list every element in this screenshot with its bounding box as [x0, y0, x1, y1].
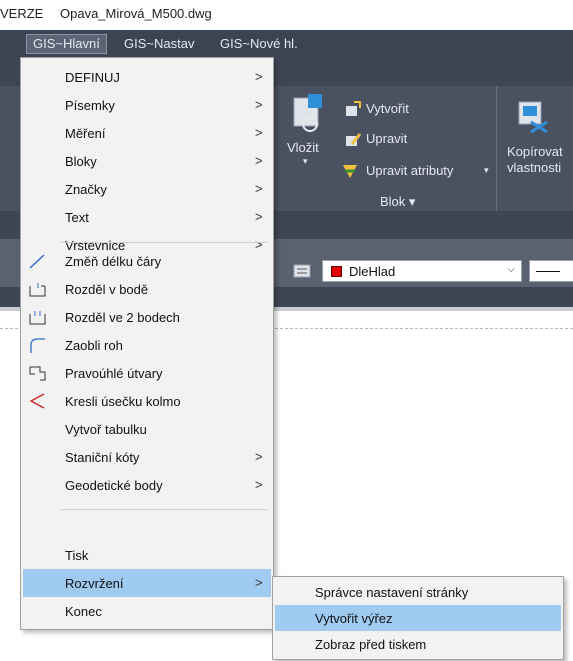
copy-properties-button[interactable]: Kopírovat vlastnosti	[503, 90, 573, 185]
menu-item-label: Rozděl v bodě	[65, 282, 149, 297]
menu-item-tisk[interactable]: Tisk	[23, 541, 271, 569]
insert-dropdown-arrow: ▾	[303, 156, 308, 166]
menu-item-konec[interactable]: Konec	[23, 597, 271, 625]
edit-attributes-label: Upravit atributy	[366, 163, 454, 178]
menu-item-label: Konec	[65, 604, 102, 619]
edit-block-label: Upravit	[366, 131, 408, 146]
submenu-item-label: Zobraz před tiskem	[315, 637, 427, 652]
menu-item-mereni[interactable]: Měření >	[23, 119, 271, 147]
submenu-item-zobraz-pred-tiskem[interactable]: Zobraz před tiskem	[275, 631, 561, 657]
orthogonal-shapes-icon	[29, 366, 46, 381]
menu-separator	[61, 242, 267, 243]
menu-item-label: Změň délku čáry	[65, 254, 162, 269]
line-length-icon	[29, 254, 45, 269]
insert-block-button[interactable]: Vložit ▾	[285, 90, 331, 180]
insert-label: Vložit	[287, 140, 319, 155]
edit-block-button[interactable]: Upravit	[344, 128, 434, 150]
create-block-button[interactable]: Vytvořit	[344, 98, 434, 120]
menu-item-label: Bloky	[65, 154, 97, 169]
copy-properties-label-2: vlastnosti	[507, 160, 562, 175]
block-panel-label[interactable]: Blok ▾	[380, 194, 415, 210]
submenu-arrow-icon: >	[255, 125, 263, 140]
menu-item-zaobli-roh[interactable]: Zaobli roh	[23, 331, 271, 359]
menu-item-label: Rozvržení	[65, 576, 124, 591]
menu-item-label: DEFINUJ	[65, 70, 120, 85]
menu-item-geodeticke-body[interactable]: Geodetické body >	[23, 471, 271, 499]
menu-item-pravouhle-utvary[interactable]: Pravoúhlé útvary	[23, 359, 271, 387]
menu-item-zmen-delku-cary[interactable]: Změň délku čáry	[23, 247, 271, 275]
menubar-item-gis-nastav[interactable]: GIS~Nastav	[118, 34, 200, 54]
menu-item-stanicni-koty[interactable]: Staniční kóty >	[23, 443, 271, 471]
title-bar: VERZE Opava_Mirová_M500.dwg	[0, 0, 573, 30]
menu-item-vytvor-tabulku[interactable]: Vytvoř tabulku	[23, 415, 271, 443]
submenu-arrow-icon: >	[255, 181, 263, 196]
copy-properties-icon	[518, 101, 548, 134]
menu-item-label: Měření	[65, 126, 106, 141]
menubar-item-gis-hlavni[interactable]: GIS~Hlavní	[26, 34, 107, 54]
layer-properties-icon[interactable]	[292, 262, 314, 280]
linetype-preview	[536, 271, 560, 272]
menu-item-label: Kresli úsečku kolmo	[65, 394, 181, 409]
submenu-item-label: Vytvořit výřez	[315, 611, 393, 626]
menu-separator	[61, 509, 267, 510]
rozvrzeni-submenu: Správce nastavení stránky Vytvořit výřez…	[272, 576, 564, 660]
edit-attributes-icon	[343, 165, 357, 178]
edit-attributes-dropdown-arrow: ▾	[484, 165, 489, 175]
file-name: Opava_Mirová_M500.dwg	[60, 6, 212, 21]
split-two-points-icon	[29, 311, 46, 325]
create-block-icon	[346, 101, 361, 116]
menu-item-kresli-usecku-kolmo[interactable]: Kresli úsečku kolmo	[23, 387, 271, 415]
layer-color-swatch	[331, 266, 342, 277]
menu-item-rozvrzeni[interactable]: Rozvržení >	[23, 569, 271, 597]
linetype-combo[interactable]	[529, 260, 573, 282]
menubar-item-gis-nove-hl[interactable]: GIS~Nové hl.	[214, 34, 304, 54]
submenu-arrow-icon: >	[255, 575, 263, 590]
copy-properties-label-1: Kopírovat	[507, 144, 563, 159]
submenu-arrow-icon: >	[255, 449, 263, 464]
menu-item-rozdel-v-bode[interactable]: Rozděl v bodě	[23, 275, 271, 303]
submenu-arrow-icon: >	[255, 477, 263, 492]
menu-item-text[interactable]: Text >	[23, 203, 271, 231]
menu-item-znacky[interactable]: Značky >	[23, 175, 271, 203]
title-prefix: VERZE	[0, 6, 44, 21]
submenu-arrow-icon: >	[255, 69, 263, 84]
submenu-arrow-icon: >	[255, 97, 263, 112]
menu-item-pisemky[interactable]: Písemky >	[23, 91, 271, 119]
split-point-icon	[29, 283, 46, 297]
edit-block-icon	[346, 133, 362, 146]
fillet-icon	[30, 338, 45, 353]
submenu-arrow-icon: >	[255, 209, 263, 224]
menu-item-label: Zaobli roh	[65, 338, 123, 353]
menu-bar: GIS~Hlavní GIS~Nastav GIS~Nové hl.	[0, 30, 573, 57]
menu-item-label: Geodetické body	[65, 478, 163, 493]
menu-item-label: Písemky	[65, 98, 115, 113]
menu-item-definuj[interactable]: DEFINUJ >	[23, 63, 271, 91]
ribbon-separator	[496, 86, 497, 211]
menu-item-label: Pravoúhlé útvary	[65, 366, 163, 381]
layer-combo[interactable]: DleHlad ⌵	[322, 260, 522, 282]
chevron-down-icon: ⌵	[507, 264, 515, 275]
submenu-item-spravce-nastaveni-stranky[interactable]: Správce nastavení stránky	[275, 579, 561, 605]
gis-hlavni-menu: DEFINUJ > Písemky > Měření > Bloky > Zna…	[20, 57, 274, 630]
menu-item-bloky[interactable]: Bloky >	[23, 147, 271, 175]
edit-attributes-button[interactable]: Upravit atributy ▾	[340, 160, 492, 182]
menu-item-label: Vytvoř tabulku	[65, 422, 147, 437]
menu-item-label: Značky	[65, 182, 107, 197]
menu-item-label: Text	[65, 210, 89, 225]
submenu-item-vytvorit-vyrez[interactable]: Vytvořit výřez	[275, 605, 561, 631]
insert-block-icon	[293, 94, 322, 132]
perpendicular-line-icon	[29, 393, 45, 409]
submenu-item-label: Správce nastavení stránky	[315, 585, 469, 600]
layer-value: DleHlad	[349, 264, 396, 279]
menu-item-label: Staniční kóty	[65, 450, 140, 465]
menu-item-label: Tisk	[65, 548, 89, 563]
submenu-arrow-icon: >	[255, 153, 263, 168]
create-block-label: Vytvořit	[366, 101, 409, 116]
menu-item-rozdel-ve-2-bodech[interactable]: Rozděl ve 2 bodech	[23, 303, 271, 331]
menu-item-label: Rozděl ve 2 bodech	[65, 310, 180, 325]
